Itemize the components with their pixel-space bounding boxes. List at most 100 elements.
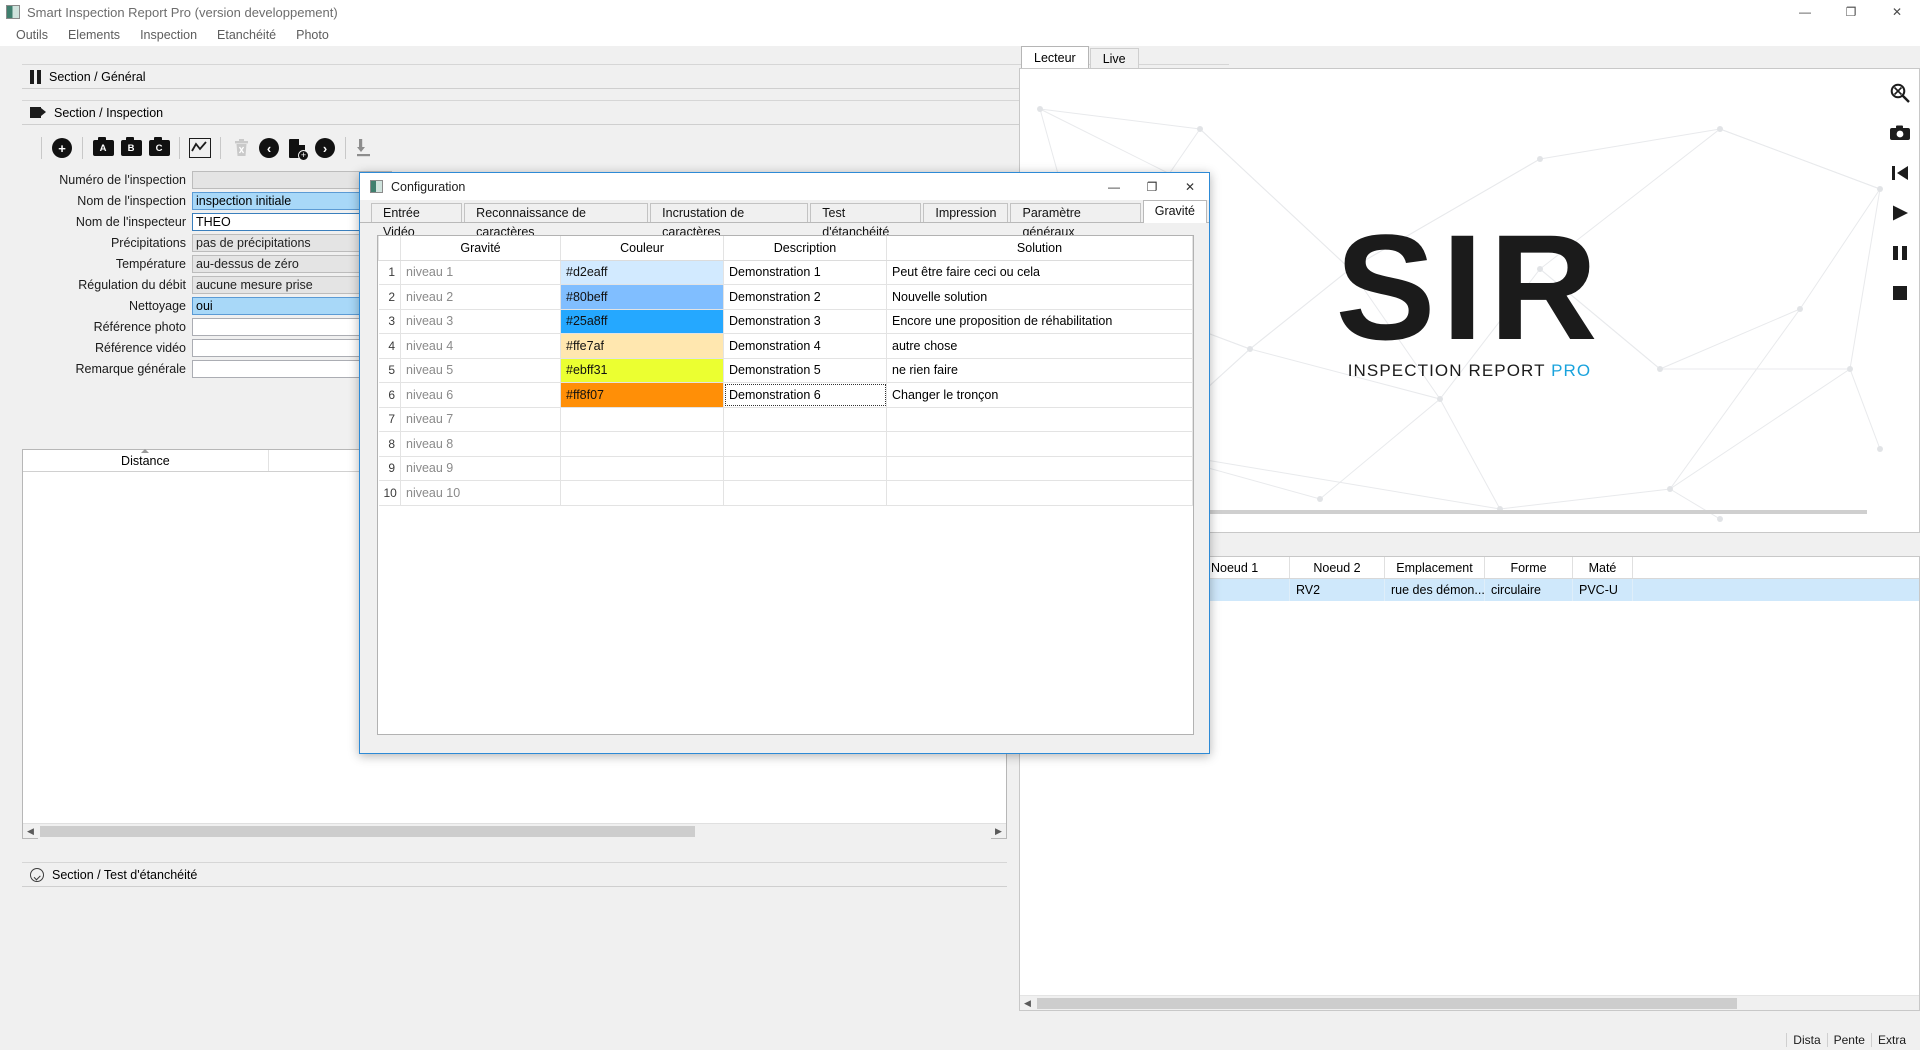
cell-couleur[interactable] bbox=[560, 455, 724, 481]
stop-icon[interactable] bbox=[1889, 282, 1911, 304]
menu-item-elements[interactable]: Elements bbox=[58, 24, 130, 46]
cell-couleur[interactable]: #25a8ff bbox=[560, 308, 724, 334]
previous-button[interactable]: ‹ bbox=[256, 135, 282, 161]
cell-solution[interactable]: Peut être faire ceci ou cela bbox=[886, 259, 1193, 285]
camera-c-button[interactable]: C bbox=[146, 135, 172, 161]
cell-couleur[interactable] bbox=[560, 406, 724, 432]
cell-gravite[interactable]: niveau 1 bbox=[400, 259, 561, 285]
column-header-gravite[interactable]: Gravité bbox=[400, 236, 561, 261]
cell-couleur[interactable] bbox=[560, 431, 724, 457]
gravite-table[interactable]: Gravité Couleur Description Solution 1 n… bbox=[378, 236, 1193, 506]
cell-description[interactable]: Demonstration 3 bbox=[723, 308, 887, 334]
scroll-right-icon[interactable]: ▶ bbox=[991, 824, 1006, 839]
tab-parametre-generaux[interactable]: Paramètre généraux bbox=[1010, 203, 1141, 239]
new-document-button[interactable]: + bbox=[284, 135, 310, 161]
tab-test-etancheite[interactable]: Test d'étanchéité bbox=[810, 203, 922, 239]
cell-description[interactable]: Demonstration 6 bbox=[723, 382, 887, 408]
menu-item-outils[interactable]: Outils bbox=[6, 24, 58, 46]
cell-couleur[interactable] bbox=[560, 480, 724, 506]
cell-solution[interactable]: Nouvelle solution bbox=[886, 284, 1193, 310]
tab-gravite[interactable]: Gravité bbox=[1142, 200, 1208, 223]
cell-emplacement[interactable]: rue des démon... bbox=[1385, 579, 1485, 601]
cell-materiau[interactable]: PVC-U bbox=[1573, 579, 1633, 601]
column-header-distance[interactable]: Distance bbox=[23, 449, 269, 471]
skip-back-icon[interactable] bbox=[1889, 162, 1911, 184]
download-button[interactable] bbox=[353, 135, 379, 161]
cell-noeud1[interactable] bbox=[1205, 579, 1290, 601]
next-button[interactable]: › bbox=[312, 135, 338, 161]
add-button[interactable]: + bbox=[49, 135, 75, 161]
cell-description[interactable]: Demonstration 4 bbox=[723, 333, 887, 359]
column-header-emplacement[interactable]: Emplacement bbox=[1385, 557, 1485, 578]
cell-forme[interactable]: circulaire bbox=[1485, 579, 1573, 601]
table-row[interactable]: 7 niveau 7 bbox=[378, 406, 1193, 432]
scrollbar-thumb[interactable] bbox=[1037, 998, 1737, 1009]
column-header-noeud1[interactable]: Noeud 1 bbox=[1205, 557, 1290, 578]
cell-description[interactable] bbox=[723, 480, 887, 506]
cell-gravite[interactable]: niveau 2 bbox=[400, 284, 561, 310]
column-header-materiau[interactable]: Maté bbox=[1573, 557, 1633, 578]
cell-gravite[interactable]: niveau 5 bbox=[400, 357, 561, 383]
table-row[interactable]: 1 niveau 1 #d2eaff Demonstration 1 Peut … bbox=[378, 259, 1193, 285]
cell-description[interactable]: Demonstration 1 bbox=[723, 259, 887, 285]
scroll-left-icon[interactable]: ◀ bbox=[23, 824, 38, 839]
dialog-maximize-button[interactable]: ❐ bbox=[1133, 173, 1171, 201]
minimize-button[interactable]: — bbox=[1782, 0, 1828, 24]
dialog-minimize-button[interactable]: — bbox=[1095, 173, 1133, 201]
zoom-out-icon[interactable] bbox=[1889, 82, 1911, 104]
cell-gravite[interactable]: niveau 9 bbox=[400, 455, 561, 481]
table-row[interactable]: 3 niveau 3 #25a8ff Demonstration 3 Encor… bbox=[378, 308, 1193, 334]
cell-gravite[interactable]: niveau 3 bbox=[400, 308, 561, 334]
camera-icon[interactable] bbox=[1889, 122, 1911, 144]
cell-gravite[interactable]: niveau 10 bbox=[400, 480, 561, 506]
cell-solution[interactable] bbox=[886, 406, 1193, 432]
cell-couleur[interactable]: #ff8f07 bbox=[560, 382, 724, 408]
tab-incrustation-caracteres[interactable]: Incrustation de caractères bbox=[650, 203, 809, 239]
close-button[interactable]: ✕ bbox=[1874, 0, 1920, 24]
pause-icon[interactable] bbox=[1889, 242, 1911, 264]
cell-gravite[interactable]: niveau 8 bbox=[400, 431, 561, 457]
cell-gravite[interactable]: niveau 7 bbox=[400, 406, 561, 432]
observation-grid-hscrollbar[interactable]: ◀ ▶ bbox=[23, 823, 1006, 839]
scrollbar-thumb[interactable] bbox=[40, 825, 695, 837]
cell-couleur[interactable]: #ffe7af bbox=[560, 333, 724, 359]
cell-solution[interactable] bbox=[886, 480, 1193, 506]
cell-couleur[interactable]: #80beff bbox=[560, 284, 724, 310]
table-row[interactable]: 2 niveau 2 #80beff Demonstration 2 Nouve… bbox=[378, 284, 1193, 310]
play-icon[interactable] bbox=[1889, 202, 1911, 224]
cell-solution[interactable]: Changer le tronçon bbox=[886, 382, 1193, 408]
menu-item-photo[interactable]: Photo bbox=[286, 24, 339, 46]
cell-couleur[interactable]: #ebff31 bbox=[560, 357, 724, 383]
cell-description[interactable] bbox=[723, 406, 887, 432]
chart-button[interactable] bbox=[187, 135, 213, 161]
table-row[interactable]: 4 niveau 4 #ffe7af Demonstration 4 autre… bbox=[378, 333, 1193, 359]
tab-live[interactable]: Live bbox=[1089, 48, 1139, 68]
table-row[interactable]: 8 niveau 8 bbox=[378, 431, 1193, 457]
menu-item-etancheite[interactable]: Etanchéité bbox=[207, 24, 286, 46]
table-row[interactable]: 9 niveau 9 bbox=[378, 455, 1193, 481]
camera-b-button[interactable]: B bbox=[118, 135, 144, 161]
tab-impression[interactable]: Impression bbox=[923, 203, 1009, 222]
cell-solution[interactable]: ne rien faire bbox=[886, 357, 1193, 383]
cell-gravite[interactable]: niveau 6 bbox=[400, 382, 561, 408]
dialog-close-button[interactable]: ✕ bbox=[1171, 173, 1209, 201]
column-header-forme[interactable]: Forme bbox=[1485, 557, 1573, 578]
table-row[interactable]: 5 niveau 5 #ebff31 Demonstration 5 ne ri… bbox=[378, 357, 1193, 383]
maximize-button[interactable]: ❐ bbox=[1828, 0, 1874, 24]
section-etancheite-header[interactable]: Section / Test d'étanchéité bbox=[22, 862, 1007, 887]
cell-solution[interactable]: Encore une proposition de réhabilitation bbox=[886, 308, 1193, 334]
cell-description[interactable]: Demonstration 2 bbox=[723, 284, 887, 310]
cell-description[interactable]: Demonstration 5 bbox=[723, 357, 887, 383]
column-header-solution[interactable]: Solution bbox=[886, 236, 1193, 261]
cell-noeud2[interactable]: RV2 bbox=[1290, 579, 1385, 601]
column-header-noeud2[interactable]: Noeud 2 bbox=[1290, 557, 1385, 578]
scrollbar-track[interactable] bbox=[38, 823, 991, 839]
cell-solution[interactable] bbox=[886, 431, 1193, 457]
table-row[interactable]: 6 niveau 6 #ff8f07 Demonstration 6 Chang… bbox=[378, 382, 1193, 408]
cell-couleur[interactable]: #d2eaff bbox=[560, 259, 724, 285]
camera-a-button[interactable]: A bbox=[90, 135, 116, 161]
tab-entree-video[interactable]: Entrée Vidéo bbox=[371, 203, 463, 239]
scroll-left-icon[interactable]: ◀ bbox=[1020, 998, 1035, 1009]
cell-gravite[interactable]: niveau 4 bbox=[400, 333, 561, 359]
pipe-grid-hscrollbar[interactable]: ◀ bbox=[1020, 995, 1919, 1010]
